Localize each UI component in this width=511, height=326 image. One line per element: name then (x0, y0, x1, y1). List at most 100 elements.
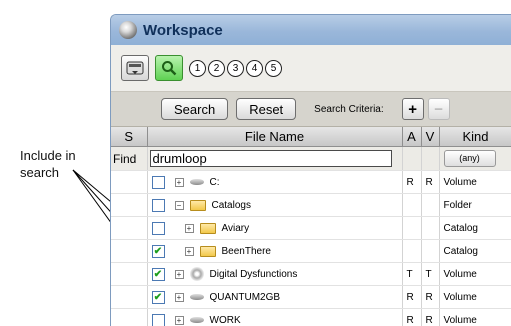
find-input[interactable] (150, 150, 392, 167)
memory-button-2[interactable]: 2 (208, 60, 225, 77)
include-checkbox[interactable]: ✔ (152, 245, 165, 258)
kind-cell: Volume (439, 309, 511, 326)
file-name-cell: ✔ + QUANTUM2GB (147, 286, 402, 309)
include-checkbox[interactable] (152, 222, 165, 235)
expand-toggle[interactable]: + (175, 316, 184, 325)
file-table: S File Name A V Kind Find (any) +C:RRVol… (111, 127, 511, 326)
v-cell: T (421, 263, 439, 286)
a-cell (402, 217, 421, 240)
kind-cell: Catalog (439, 240, 511, 263)
search-bar: Search Reset Search Criteria: + − (111, 92, 511, 127)
select-cell (111, 217, 147, 240)
v-cell: R (421, 171, 439, 194)
memory-button-1[interactable]: 1 (189, 60, 206, 77)
include-checkbox[interactable] (152, 199, 165, 212)
column-header-file-name[interactable]: File Name (147, 127, 402, 147)
memory-button-5[interactable]: 5 (265, 60, 282, 77)
table-row[interactable]: −Catalogs Folder (111, 194, 511, 217)
expand-toggle[interactable]: + (185, 224, 194, 233)
a-cell: R (402, 171, 421, 194)
file-name-cell: ✔ + Digital Dysfunctions (147, 263, 402, 286)
folder-icon (200, 223, 216, 234)
table-row[interactable]: ✔+QUANTUM2GBRRVolume (111, 286, 511, 309)
memory-button-4[interactable]: 4 (246, 60, 263, 77)
callout-line-2: search (20, 164, 76, 181)
column-header-v[interactable]: V (421, 127, 439, 147)
file-name-cell: + C: (147, 171, 402, 194)
file-name-cell: −Catalogs (147, 194, 402, 217)
include-checkbox[interactable] (152, 176, 165, 189)
table-row[interactable]: +WORKRRVolume (111, 309, 511, 326)
browser-icon (126, 61, 144, 75)
column-header-a[interactable]: A (402, 127, 421, 147)
folder-icon (190, 200, 206, 211)
expand-toggle[interactable]: − (175, 201, 184, 210)
include-checkbox[interactable]: ✔ (152, 268, 165, 281)
callout-line-1: Include in (20, 147, 76, 164)
select-cell (111, 286, 147, 309)
a-cell: R (402, 309, 421, 326)
v-cell: R (421, 309, 439, 326)
file-name: Aviary (222, 223, 250, 234)
expand-toggle[interactable]: + (175, 178, 184, 187)
include-checkbox[interactable]: ✔ (152, 291, 165, 304)
table-row[interactable]: ✔ + BeenThere Catalog (111, 240, 511, 263)
folder-icon (200, 246, 216, 257)
expand-toggle[interactable]: + (175, 293, 184, 302)
browse-mode-button[interactable] (121, 55, 149, 81)
v-cell: R (421, 286, 439, 309)
search-mode-button[interactable] (155, 55, 183, 81)
disk-icon (190, 294, 204, 300)
kind-cell: Volume (439, 171, 511, 194)
kind-cell: Catalog (439, 217, 511, 240)
search-icon (161, 60, 177, 76)
table-row[interactable]: + Aviary Catalog (111, 217, 511, 240)
file-name-cell: ✔ + BeenThere (147, 240, 402, 263)
memory-button-3[interactable]: 3 (227, 60, 244, 77)
disk-icon (190, 317, 204, 323)
file-name: Digital Dysfunctions (210, 269, 298, 280)
remove-criteria-button[interactable]: − (428, 98, 450, 120)
file-name: QUANTUM2GB (210, 292, 281, 303)
find-label: Find (111, 147, 147, 171)
add-criteria-button[interactable]: + (402, 98, 424, 120)
kind-filter-select[interactable]: (any) (444, 150, 496, 167)
a-cell (402, 194, 421, 217)
kind-cell: Volume (439, 286, 511, 309)
file-name: C: (210, 177, 220, 188)
file-name: BeenThere (222, 246, 271, 257)
memory-location-buttons: 1 2 3 4 5 (189, 60, 284, 77)
a-cell: T (402, 263, 421, 286)
kind-cell: Folder (439, 194, 511, 217)
column-header-kind[interactable]: Kind (439, 127, 511, 147)
v-cell (421, 194, 439, 217)
search-button[interactable]: Search (161, 98, 228, 120)
file-name-cell: +WORK (147, 309, 402, 326)
select-cell (111, 263, 147, 286)
a-cell: R (402, 286, 421, 309)
callout-label: Include in search (20, 147, 76, 181)
select-cell (111, 171, 147, 194)
table-row[interactable]: +C:RRVolume (111, 171, 511, 194)
expand-toggle[interactable]: + (175, 270, 184, 279)
include-checkbox[interactable] (152, 314, 165, 326)
title-bar[interactable]: Workspace (111, 15, 511, 45)
toolbar: 1 2 3 4 5 (111, 45, 511, 92)
select-cell (111, 240, 147, 263)
kind-cell: Volume (439, 263, 511, 286)
reset-button[interactable]: Reset (236, 98, 296, 120)
find-row: Find (any) (111, 147, 511, 171)
workspace-app-icon (119, 21, 137, 39)
window-title: Workspace (143, 22, 223, 39)
table-header-row: S File Name A V Kind (111, 127, 511, 147)
a-cell (402, 240, 421, 263)
select-cell (111, 309, 147, 326)
v-cell (421, 240, 439, 263)
file-name-cell: + Aviary (147, 217, 402, 240)
search-criteria-label: Search Criteria: (314, 104, 383, 115)
cd-icon (190, 267, 204, 281)
expand-toggle[interactable]: + (185, 247, 194, 256)
table-row[interactable]: ✔+Digital DysfunctionsTTVolume (111, 263, 511, 286)
workspace-window: Workspace 1 2 3 4 5 Search Reset Search … (110, 14, 511, 326)
column-header-s[interactable]: S (111, 127, 147, 147)
